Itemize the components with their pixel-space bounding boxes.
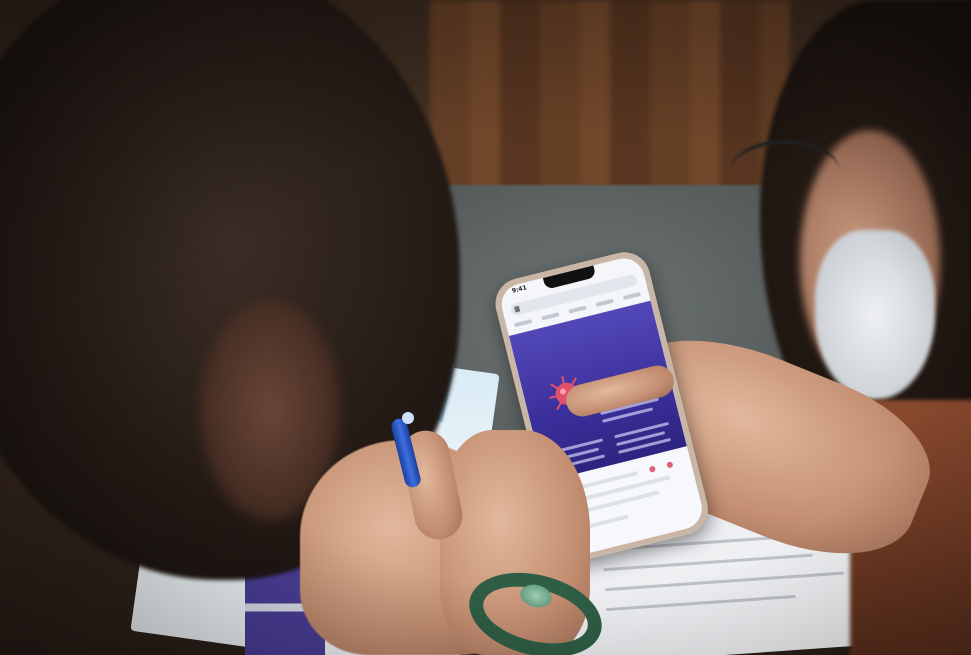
nav-item[interactable] <box>513 318 533 328</box>
lock-icon <box>513 305 521 313</box>
text-line <box>604 571 845 592</box>
face-mask <box>815 230 935 400</box>
text-line <box>603 553 813 572</box>
nav-item[interactable] <box>622 291 642 301</box>
eyeglasses <box>730 140 840 204</box>
photo-scene: 9:41 <box>0 0 971 655</box>
nav-item[interactable] <box>541 312 560 321</box>
nav-item[interactable] <box>568 305 587 314</box>
text-line <box>606 594 796 612</box>
form-radio[interactable] <box>648 465 657 473</box>
form-radio[interactable] <box>666 461 674 469</box>
nav-item[interactable] <box>595 298 614 307</box>
pen-cap <box>402 412 414 424</box>
